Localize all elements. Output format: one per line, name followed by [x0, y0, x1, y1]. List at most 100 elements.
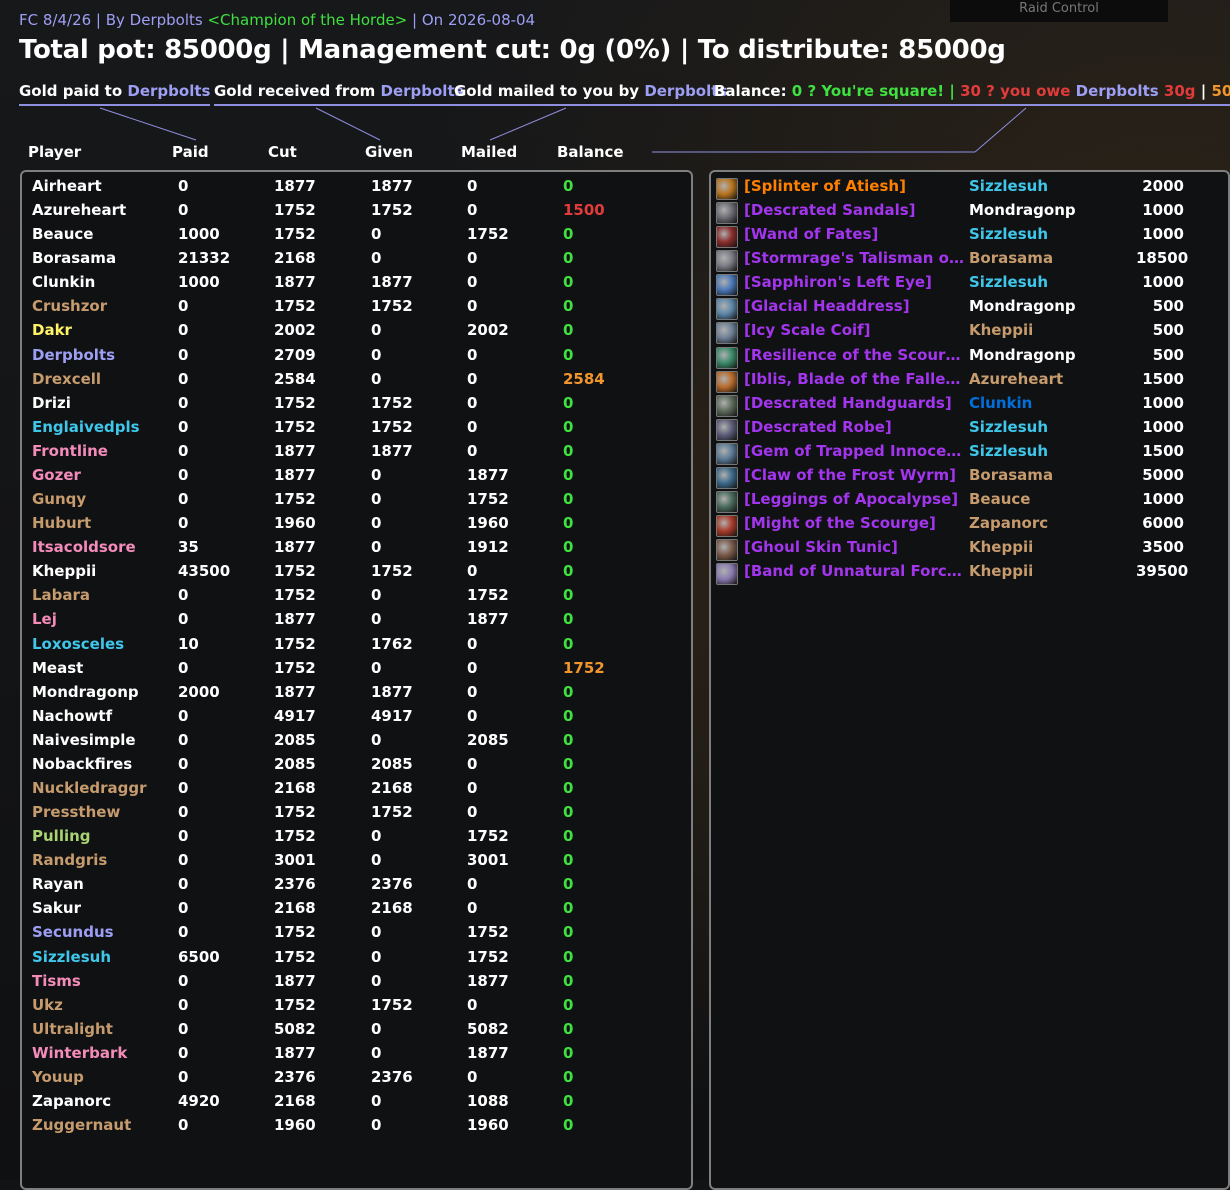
- legend-received-leader: Derpbolts: [380, 82, 464, 100]
- player-balance: 0: [563, 1092, 574, 1111]
- player-paid: 0: [178, 1067, 189, 1086]
- player-balance: 0: [563, 345, 574, 364]
- players-panel[interactable]: Airheart 0 1877 1877 0 0 Azureheart 0 1752 1752 0 1…: [20, 170, 693, 1190]
- player-cut: 1752: [274, 586, 316, 605]
- player-paid: 0: [178, 417, 189, 436]
- player-given: 1877: [371, 177, 413, 195]
- player-paid: 43500: [178, 562, 231, 581]
- item-link[interactable]: [Gem of Trapped Innocents]: [744, 442, 964, 460]
- player-given: 0: [371, 730, 382, 749]
- player-name: Clunkin: [32, 273, 96, 292]
- player-name: Labara: [32, 586, 91, 605]
- player-name: Zapanorc: [32, 1092, 112, 1111]
- legend-balance-owed: 50 ? Derpbolts owes you 50g: [1211, 82, 1230, 100]
- item-link[interactable]: [Band of Unnatural Forces]: [744, 562, 964, 580]
- item-price: 500: [1152, 345, 1184, 364]
- player-balance: 0: [563, 923, 574, 942]
- player-mailed: 5082: [467, 1019, 509, 1038]
- player-mailed: 0: [467, 682, 478, 701]
- guild-name: <Champion of the Horde>: [207, 11, 408, 29]
- player-given: 0: [371, 514, 382, 533]
- player-paid: 0: [178, 345, 189, 364]
- band-of-unnatural-forces-icon: [716, 563, 738, 586]
- player-balance: 0: [563, 249, 574, 268]
- loot-items-panel[interactable]: [Splinter of Atiesh] Sizzlesuh 2000 [Descra…: [709, 170, 1230, 1190]
- item-link[interactable]: [Iblis, Blade of the Fallen Seraph]: [744, 370, 964, 388]
- item-link[interactable]: [Leggings of Apocalypse]: [744, 490, 964, 508]
- player-given: 1877: [371, 273, 413, 292]
- player-paid: 0: [178, 1116, 189, 1135]
- item-link[interactable]: [Resilience of the Scourge]: [744, 346, 964, 364]
- item-winner: Sizzlesuh: [969, 417, 1049, 436]
- player-paid: 0: [178, 995, 189, 1014]
- legend-balance-owe: 30 ? you owe: [960, 82, 1076, 100]
- gem-of-trapped-innocents-icon: [716, 442, 738, 465]
- item-link[interactable]: [Might of the Scourge]: [744, 514, 964, 532]
- player-mailed: 1960: [467, 1116, 509, 1135]
- player-paid: 0: [178, 490, 189, 509]
- item-link[interactable]: [Descrated Handguards]: [744, 394, 964, 412]
- player-name: Airheart: [32, 177, 102, 195]
- player-name: Azureheart: [32, 201, 127, 220]
- item-link[interactable]: [Descrated Sandals]: [744, 201, 964, 219]
- item-link[interactable]: [Descrated Robe]: [744, 418, 964, 436]
- player-mailed: 0: [467, 393, 478, 412]
- item-winner: Clunkin: [969, 393, 1033, 412]
- item-link[interactable]: [Claw of the Frost Wyrm]: [744, 466, 964, 484]
- player-balance: 0: [563, 971, 574, 990]
- item-link[interactable]: [Stormrage's Talisman of Seething Ire]: [744, 249, 964, 267]
- player-cut: 1960: [274, 514, 316, 533]
- player-name: Kheppii: [32, 562, 97, 581]
- player-name: Gunqy: [32, 490, 87, 509]
- player-cut: 1752: [274, 417, 316, 436]
- item-winner: Zapanorc: [969, 514, 1049, 533]
- player-given: 4917: [371, 706, 413, 725]
- legend-balance-square: 0 ? You're square!: [791, 82, 945, 100]
- player-cut: 1877: [274, 465, 316, 484]
- player-given: 0: [371, 827, 382, 846]
- legend-balance-leader: Derpbolts: [1075, 82, 1159, 100]
- player-balance: 0: [563, 417, 574, 436]
- report-subtitle: FC 8/4/26 | By Derpbolts <Champion of th…: [19, 11, 535, 29]
- player-balance: 0: [563, 730, 574, 749]
- player-balance: 0: [563, 514, 574, 533]
- player-balance: 0: [563, 851, 574, 870]
- legend-balance-owe-amount: 30g: [1158, 82, 1196, 100]
- player-name: Nuckledraggr: [32, 779, 147, 797]
- splinter-of-atiesh-icon: [716, 178, 738, 200]
- claw-of-the-frost-wyrm-icon: [716, 466, 738, 489]
- player-given: 2085: [371, 754, 413, 773]
- item-link[interactable]: [Wand of Fates]: [744, 225, 964, 243]
- item-link[interactable]: [Icy Scale Coif]: [744, 321, 964, 339]
- item-link[interactable]: [Glacial Headdress]: [744, 297, 964, 315]
- item-link[interactable]: [Splinter of Atiesh]: [744, 177, 964, 195]
- player-mailed: 1752: [467, 923, 509, 942]
- item-link[interactable]: [Sapphiron's Left Eye]: [744, 273, 964, 291]
- player-name: Gozer: [32, 465, 81, 484]
- subtitle-prefix: FC 8/4/26 | By Derpbolts: [19, 11, 208, 29]
- player-paid: 0: [178, 610, 189, 629]
- player-given: 1752: [371, 995, 413, 1014]
- item-link[interactable]: [Ghoul Skin Tunic]: [744, 538, 964, 556]
- player-given: 0: [371, 321, 382, 340]
- player-name: Lej: [32, 610, 57, 629]
- player-paid: 0: [178, 779, 189, 797]
- player-balance: 0: [563, 225, 574, 244]
- ghoul-skin-tunic-icon: [716, 539, 738, 562]
- player-name: Randgris: [32, 851, 108, 870]
- player-given: 0: [371, 658, 382, 677]
- player-name: Ultralight: [32, 1019, 113, 1038]
- wand-of-fates-icon: [716, 226, 738, 249]
- player-cut: 1752: [274, 658, 316, 677]
- player-mailed: 1752: [467, 947, 509, 966]
- legend-separator: |: [1195, 82, 1212, 100]
- player-mailed: 0: [467, 1067, 478, 1086]
- player-given: 0: [371, 610, 382, 629]
- player-paid: 0: [178, 754, 189, 773]
- item-price: 500: [1152, 321, 1184, 340]
- player-mailed: 0: [467, 177, 478, 195]
- item-price: 1000: [1142, 417, 1184, 436]
- player-given: 0: [371, 249, 382, 268]
- player-name: Nachowtf: [32, 706, 113, 725]
- player-balance: 1500: [563, 201, 605, 220]
